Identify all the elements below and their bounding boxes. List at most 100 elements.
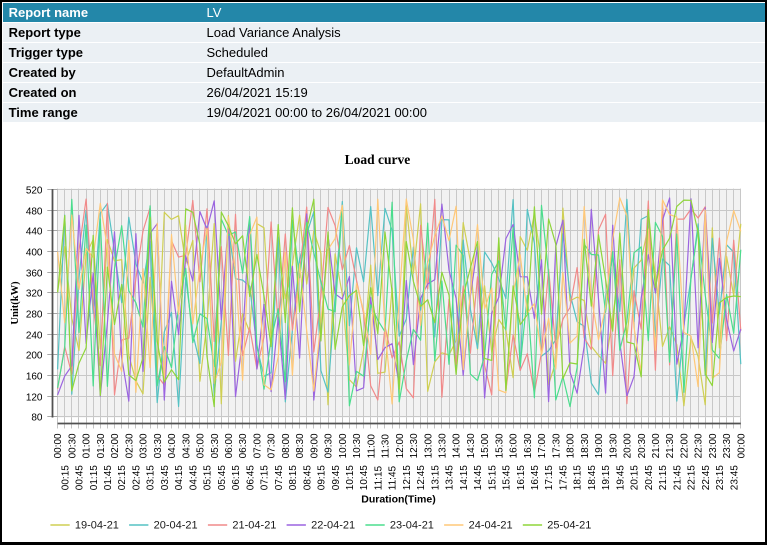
svg-text:05:30: 05:30 (210, 433, 221, 458)
svg-text:18:00: 18:00 (566, 433, 577, 458)
svg-text:12:00: 12:00 (395, 433, 406, 458)
svg-text:21:15: 21:15 (658, 465, 669, 490)
svg-text:15:00: 15:00 (480, 433, 491, 458)
svg-text:17:45: 17:45 (559, 465, 570, 490)
svg-text:01:45: 01:45 (103, 465, 114, 490)
svg-text:240: 240 (26, 331, 43, 342)
svg-text:440: 440 (26, 227, 43, 238)
svg-text:00:00: 00:00 (736, 433, 747, 458)
svg-text:280: 280 (26, 310, 43, 321)
svg-text:02:45: 02:45 (132, 465, 143, 490)
svg-text:10:30: 10:30 (352, 433, 363, 458)
svg-text:02:30: 02:30 (124, 433, 135, 458)
svg-text:25-04-21: 25-04-21 (547, 520, 591, 532)
svg-text:05:00: 05:00 (196, 433, 207, 458)
svg-text:14:00: 14:00 (452, 433, 463, 458)
svg-text:18:15: 18:15 (573, 465, 584, 490)
svg-text:16:45: 16:45 (530, 465, 541, 490)
svg-text:14:30: 14:30 (466, 433, 477, 458)
svg-text:14:15: 14:15 (459, 465, 470, 490)
svg-text:22:00: 22:00 (680, 433, 691, 458)
svg-text:04:00: 04:00 (167, 433, 178, 458)
svg-text:01:30: 01:30 (96, 433, 107, 458)
svg-text:15:30: 15:30 (494, 433, 505, 458)
svg-text:18:30: 18:30 (580, 433, 591, 458)
svg-text:16:15: 16:15 (516, 465, 527, 490)
svg-text:00:30: 00:30 (67, 433, 78, 458)
svg-text:200: 200 (26, 351, 43, 362)
svg-text:23-04-21: 23-04-21 (390, 520, 434, 532)
svg-text:06:30: 06:30 (238, 433, 249, 458)
svg-text:20:15: 20:15 (630, 465, 641, 490)
svg-text:22-04-21: 22-04-21 (311, 520, 355, 532)
svg-text:05:45: 05:45 (217, 465, 228, 490)
svg-text:09:30: 09:30 (324, 433, 335, 458)
svg-text:03:15: 03:15 (146, 465, 157, 490)
svg-text:10:15: 10:15 (345, 465, 356, 490)
svg-text:03:30: 03:30 (153, 433, 164, 458)
svg-text:09:45: 09:45 (331, 465, 342, 490)
svg-text:06:45: 06:45 (245, 465, 256, 490)
svg-text:04:45: 04:45 (188, 465, 199, 490)
svg-text:23:30: 23:30 (722, 433, 733, 458)
svg-text:10:00: 10:00 (338, 433, 349, 458)
svg-text:17:00: 17:00 (537, 433, 548, 458)
svg-text:12:30: 12:30 (409, 433, 420, 458)
svg-text:21:45: 21:45 (672, 465, 683, 490)
svg-text:15:15: 15:15 (487, 465, 498, 490)
svg-text:00:15: 00:15 (60, 465, 71, 490)
svg-text:17:30: 17:30 (551, 433, 562, 458)
svg-text:03:00: 03:00 (139, 433, 150, 458)
svg-text:08:15: 08:15 (288, 465, 299, 490)
svg-text:21-04-21: 21-04-21 (232, 520, 276, 532)
svg-text:00:00: 00:00 (53, 433, 64, 458)
svg-text:Unit(kW): Unit(kW) (10, 281, 21, 325)
svg-text:22:45: 22:45 (701, 465, 712, 490)
svg-text:07:30: 07:30 (267, 433, 278, 458)
svg-text:04:30: 04:30 (181, 433, 192, 458)
svg-text:160: 160 (26, 372, 43, 383)
svg-text:120: 120 (26, 393, 43, 404)
svg-text:10:45: 10:45 (359, 465, 370, 490)
svg-text:Load curve: Load curve (345, 152, 411, 167)
svg-text:20:30: 20:30 (637, 433, 648, 458)
svg-text:480: 480 (26, 207, 43, 218)
svg-text:320: 320 (26, 289, 43, 300)
svg-text:21:30: 21:30 (665, 433, 676, 458)
svg-text:04:15: 04:15 (174, 465, 185, 490)
svg-text:13:45: 13:45 (445, 465, 456, 490)
svg-text:06:00: 06:00 (224, 433, 235, 458)
svg-text:17:15: 17:15 (544, 465, 555, 490)
svg-text:400: 400 (26, 248, 43, 259)
svg-text:20:45: 20:45 (644, 465, 655, 490)
svg-text:19:45: 19:45 (615, 465, 626, 490)
svg-text:00:45: 00:45 (75, 465, 86, 490)
svg-text:80: 80 (31, 413, 43, 424)
svg-text:Duration(Time): Duration(Time) (361, 494, 435, 506)
svg-text:19:30: 19:30 (608, 433, 619, 458)
svg-text:08:00: 08:00 (281, 433, 292, 458)
svg-text:11:45: 11:45 (388, 465, 399, 490)
svg-text:11:00: 11:00 (366, 434, 377, 459)
svg-text:11:30: 11:30 (381, 434, 392, 459)
svg-text:22:30: 22:30 (694, 433, 705, 458)
svg-text:03:45: 03:45 (160, 465, 171, 490)
svg-text:13:00: 13:00 (423, 433, 434, 458)
svg-text:12:45: 12:45 (416, 465, 427, 490)
svg-text:01:15: 01:15 (89, 465, 100, 490)
svg-text:05:15: 05:15 (203, 465, 214, 490)
svg-text:23:15: 23:15 (715, 465, 726, 490)
svg-text:23:45: 23:45 (729, 465, 740, 490)
svg-text:23:00: 23:00 (708, 433, 719, 458)
svg-text:06:15: 06:15 (231, 465, 242, 490)
svg-text:520: 520 (26, 186, 43, 197)
svg-text:12:15: 12:15 (402, 465, 413, 490)
svg-text:13:30: 13:30 (438, 433, 449, 458)
svg-text:01:00: 01:00 (82, 433, 93, 458)
svg-text:14:45: 14:45 (473, 465, 484, 490)
svg-text:360: 360 (26, 269, 43, 280)
svg-text:08:45: 08:45 (302, 465, 313, 490)
svg-text:09:15: 09:15 (317, 465, 328, 490)
svg-text:11:15: 11:15 (373, 465, 384, 490)
svg-text:07:45: 07:45 (274, 465, 285, 490)
